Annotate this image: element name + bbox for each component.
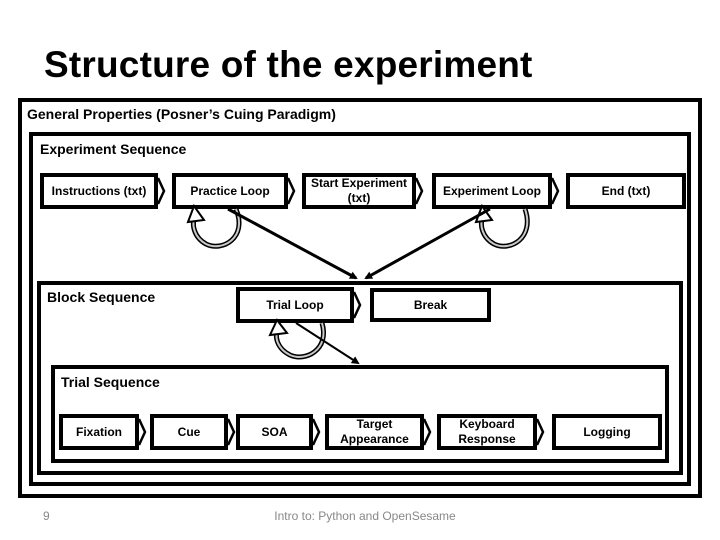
experiment-loop-label: Experiment Loop xyxy=(442,183,541,198)
practice-loop-label: Practice Loop xyxy=(190,183,270,198)
start-experiment-box: Start Experiment (txt) xyxy=(302,173,416,209)
general-properties-label: General Properties (Posner’s Cuing Parad… xyxy=(27,106,336,122)
fixation-box: Fixation xyxy=(59,414,139,450)
trial-loop-label: Trial Loop xyxy=(266,297,324,312)
trial-sequence-label: Trial Sequence xyxy=(61,374,160,390)
practice-loop-box: Practice Loop xyxy=(172,173,288,209)
fixation-label: Fixation xyxy=(75,424,122,439)
break-label: Break xyxy=(413,297,448,312)
instructions-label: Instructions (txt) xyxy=(51,183,147,198)
slide-title: Structure of the experiment xyxy=(44,44,533,85)
logging-box: Logging xyxy=(552,414,662,450)
instructions-box: Instructions (txt) xyxy=(40,173,158,209)
experiment-loop-box: Experiment Loop xyxy=(432,173,552,209)
keyboard-response-sublabel: Response xyxy=(458,432,516,446)
break-box: Break xyxy=(370,288,491,322)
soa-box: SOA xyxy=(236,414,313,450)
target-appearance-box: Target Appearance xyxy=(325,414,424,450)
end-box: End (txt) xyxy=(566,173,686,209)
keyboard-response-label: Keyboard xyxy=(459,417,515,431)
slide-footer: Intro to: Python and OpenSesame xyxy=(274,509,456,523)
target-appearance-sublabel: Appearance xyxy=(340,432,409,446)
start-experiment-sublabel: (txt) xyxy=(347,191,371,205)
cue-label: Cue xyxy=(177,424,201,439)
end-label: End (txt) xyxy=(601,183,651,198)
soa-label: SOA xyxy=(261,424,288,439)
experiment-sequence-label: Experiment Sequence xyxy=(40,141,187,157)
start-experiment-label: Start Experiment xyxy=(310,176,408,190)
keyboard-response-box: Keyboard Response xyxy=(437,414,537,450)
cue-box: Cue xyxy=(150,414,228,450)
target-appearance-label: Target xyxy=(356,417,393,431)
trial-loop-box: Trial Loop xyxy=(236,287,354,323)
block-sequence-label: Block Sequence xyxy=(47,289,156,305)
logging-label: Logging xyxy=(583,424,631,439)
